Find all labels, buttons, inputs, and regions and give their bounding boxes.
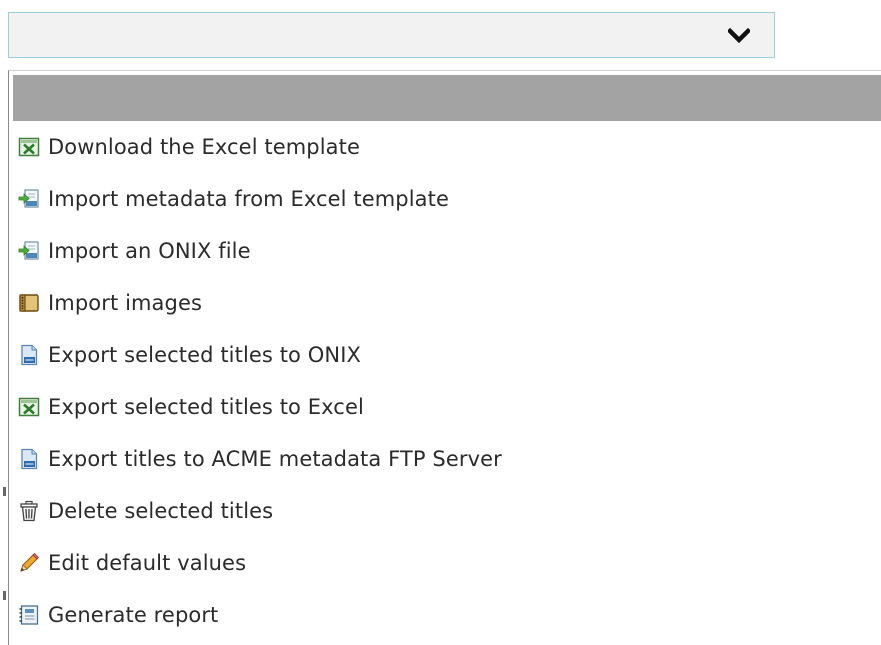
menu-item-import-images[interactable]: Import images xyxy=(9,277,881,329)
menu-item-label: Download the Excel template xyxy=(48,135,360,159)
chevron-down-icon[interactable] xyxy=(726,26,752,46)
menu-item-label: Import an ONIX file xyxy=(48,239,251,263)
import-arrow-icon xyxy=(18,188,40,210)
excel-icon xyxy=(18,396,40,418)
excel-icon xyxy=(18,136,40,158)
actions-select[interactable] xyxy=(8,12,775,58)
menu-item-export-selected-excel[interactable]: Export selected titles to Excel xyxy=(9,381,881,433)
trash-icon xyxy=(18,500,40,522)
menu-item-import-metadata-excel[interactable]: Import metadata from Excel template xyxy=(9,173,881,225)
actions-menu: Download the Excel template Import metad… xyxy=(9,121,881,641)
menu-item-export-selected-onix[interactable]: Export selected titles to ONIX xyxy=(9,329,881,381)
menu-item-label: Import images xyxy=(48,291,203,315)
menu-item-label: Export selected titles to ONIX xyxy=(48,343,361,367)
background-edge-mark xyxy=(3,487,6,496)
actions-dropdown: Download the Excel template Import metad… xyxy=(8,70,881,645)
archive-folder-icon xyxy=(18,292,40,314)
menu-item-label: Export titles to ACME metadata FTP Serve… xyxy=(48,447,502,471)
dropdown-highlighted-option[interactable] xyxy=(13,75,881,121)
menu-item-import-onix[interactable]: Import an ONIX file xyxy=(9,225,881,277)
menu-item-label: Import metadata from Excel template xyxy=(48,187,449,211)
report-icon xyxy=(18,604,40,626)
pencil-icon xyxy=(18,552,40,574)
menu-item-label: Edit default values xyxy=(48,551,247,575)
import-arrow-icon xyxy=(18,240,40,262)
xml-file-icon xyxy=(18,344,40,366)
menu-item-edit-default-values[interactable]: Edit default values xyxy=(9,537,881,589)
menu-item-download-excel-template[interactable]: Download the Excel template xyxy=(9,121,881,173)
menu-item-generate-report[interactable]: Generate report xyxy=(9,589,881,641)
menu-item-label: Generate report xyxy=(48,603,219,627)
menu-item-label: Export selected titles to Excel xyxy=(48,395,364,419)
menu-item-delete-selected[interactable]: Delete selected titles xyxy=(9,485,881,537)
menu-item-export-ftp-server[interactable]: Export titles to ACME metadata FTP Serve… xyxy=(9,433,881,485)
menu-item-label: Delete selected titles xyxy=(48,499,274,523)
xml-file-icon xyxy=(18,448,40,470)
background-edge-mark xyxy=(3,591,6,600)
